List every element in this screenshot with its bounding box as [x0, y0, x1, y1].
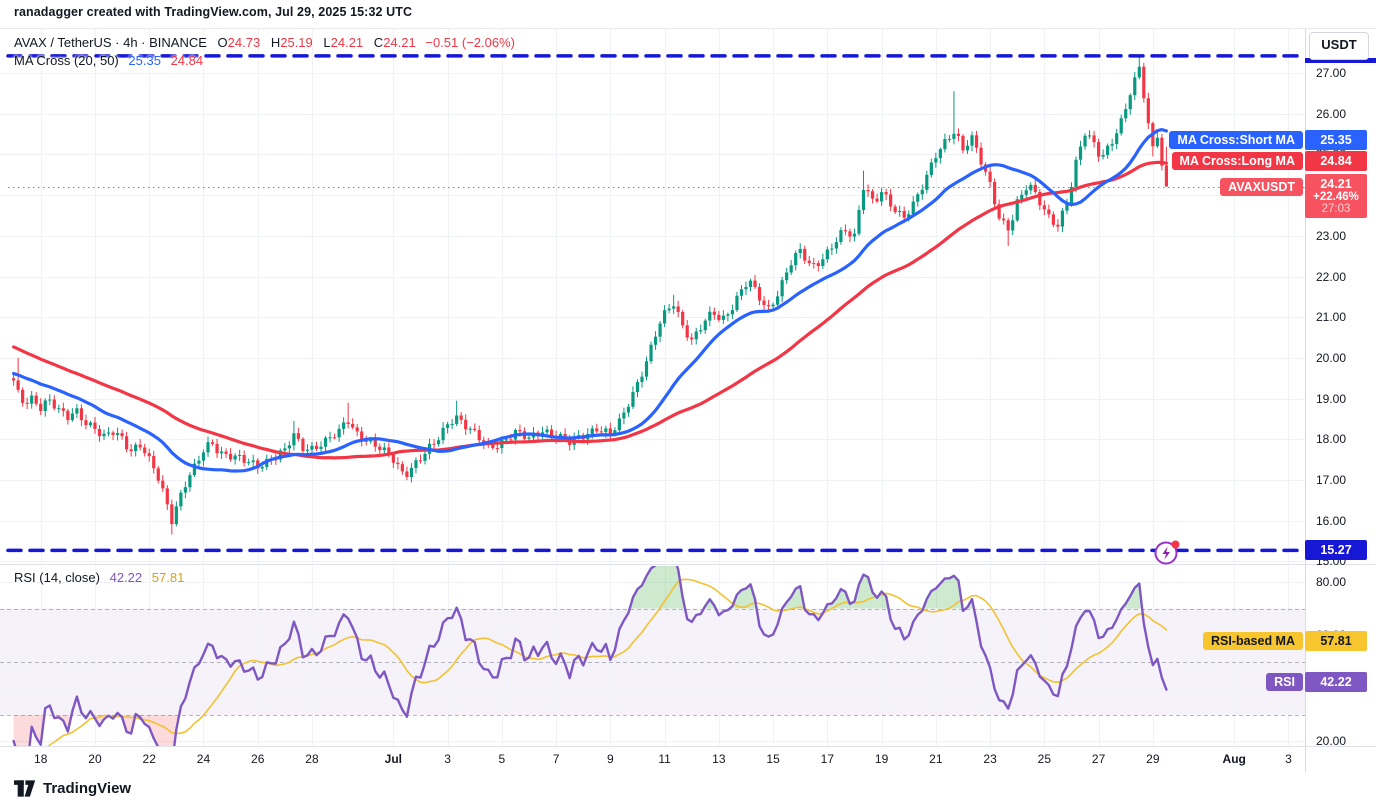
time-tick-label: 22	[143, 752, 156, 766]
last-price: 24.21	[1305, 177, 1367, 191]
time-tick-label: 11	[658, 752, 670, 766]
currency-toggle-button[interactable]: USDT	[1309, 32, 1369, 60]
high-label: H	[271, 35, 280, 50]
time-tick-label: 7	[553, 752, 560, 766]
close-value: 24.21	[383, 35, 416, 50]
price-tick-label: 17.00	[1316, 473, 1346, 487]
price-tick-label: 23.00	[1316, 229, 1346, 243]
time-tick-label: 18	[34, 752, 47, 766]
symbol-name-tag[interactable]: AVAXUSDT	[1220, 178, 1303, 196]
time-tick-label: 19	[875, 752, 888, 766]
change-percent: +22.46%	[1305, 191, 1367, 203]
low-label: L	[323, 35, 330, 50]
ma-short-name-tag[interactable]: MA Cross:Short MA	[1169, 131, 1303, 149]
footer-bar: TradingView	[0, 772, 1376, 808]
ma-short-legend-value: 25.35	[128, 53, 161, 68]
tradingview-logo[interactable]: TradingView	[14, 780, 131, 797]
ma-long-axis-value: 24.84	[1305, 151, 1367, 171]
rsi-ma-axis-value: 57.81	[1305, 631, 1367, 651]
low-value: 24.21	[331, 35, 364, 50]
time-tick-label: 28	[305, 752, 318, 766]
alert-level-axis-value: 15.27	[1305, 540, 1367, 560]
time-tick-label: 21	[929, 752, 942, 766]
time-tick-label: 29	[1146, 752, 1159, 766]
time-tick-label: 13	[712, 752, 725, 766]
main-price-pane-canvas[interactable]	[0, 29, 1305, 564]
ma-cross-title: MA Cross (20, 50)	[14, 53, 119, 68]
attribution-text: ranadagger created with TradingView.com,…	[14, 5, 412, 19]
time-tick-label: 17	[821, 752, 834, 766]
chart-area: AVAX / TetherUS · 4h · BINANCE O24.73 H2…	[0, 28, 1376, 773]
rsi-legend-row[interactable]: RSI (14, close) 42.22 57.81	[14, 570, 184, 585]
symbol-title: AVAX / TetherUS · 4h · BINANCE	[14, 35, 207, 50]
rsi-name-tag[interactable]: RSI	[1266, 673, 1303, 691]
price-tick-label: 18.00	[1316, 432, 1346, 446]
time-tick-label: 5	[499, 752, 506, 766]
symbol-legend-row[interactable]: AVAX / TetherUS · 4h · BINANCE O24.73 H2…	[14, 35, 515, 50]
high-value: 25.19	[280, 35, 313, 50]
time-tick-label: 26	[251, 752, 264, 766]
change-value: −0.51 (−2.06%)	[425, 35, 515, 50]
time-tick-label: 24	[197, 752, 210, 766]
time-tick-label: 3	[444, 752, 451, 766]
time-tick-label: 3	[1285, 752, 1292, 766]
time-tick-label: Jul	[385, 752, 402, 766]
rsi-title: RSI (14, close)	[14, 570, 100, 585]
rsi-pane-canvas[interactable]	[0, 566, 1305, 747]
rsi-tick-label: 20.00	[1316, 734, 1346, 748]
last-price-axis-value: 24.21 +22.46% 27:03	[1305, 174, 1367, 218]
rsi-tick-label: 80.00	[1316, 575, 1346, 589]
alert-lightning-icon[interactable]	[1152, 537, 1182, 567]
price-tick-label: 22.00	[1316, 270, 1346, 284]
ma-short-axis-value: 25.35	[1305, 130, 1367, 150]
ma-cross-legend-row[interactable]: MA Cross (20, 50) 25.35 24.84	[14, 53, 203, 68]
time-tick-label: 20	[88, 752, 101, 766]
price-tick-label: 27.00	[1316, 66, 1346, 80]
price-tick-label: 16.00	[1316, 514, 1346, 528]
open-label: O	[218, 35, 228, 50]
time-tick-label: 27	[1092, 752, 1105, 766]
bar-countdown: 27:03	[1305, 203, 1367, 215]
price-tick-label: 21.00	[1316, 310, 1346, 324]
rsi-legend-value: 42.22	[110, 570, 143, 585]
close-label: C	[374, 35, 383, 50]
time-tick-label: 9	[607, 752, 614, 766]
price-tick-label: 26.00	[1316, 107, 1346, 121]
time-axis-border	[0, 746, 1376, 747]
rsi-axis-value: 42.22	[1305, 672, 1367, 692]
time-tick-label: 25	[1038, 752, 1051, 766]
price-tick-label: 20.00	[1316, 351, 1346, 365]
tradingview-chart-window: ranadagger created with TradingView.com,…	[0, 0, 1376, 808]
rsi-ma-legend-value: 57.81	[152, 570, 185, 585]
time-tick-label: Aug	[1223, 752, 1246, 766]
tradingview-logo-icon	[14, 780, 36, 797]
tradingview-logo-text: TradingView	[43, 780, 131, 797]
time-tick-label: 23	[983, 752, 996, 766]
price-tick-label: 19.00	[1316, 392, 1346, 406]
ma-long-legend-value: 24.84	[171, 53, 204, 68]
ma-long-name-tag[interactable]: MA Cross:Long MA	[1172, 152, 1304, 170]
time-tick-label: 15	[766, 752, 779, 766]
rsi-ma-name-tag[interactable]: RSI-based MA	[1203, 632, 1303, 650]
open-value: 24.73	[228, 35, 261, 50]
